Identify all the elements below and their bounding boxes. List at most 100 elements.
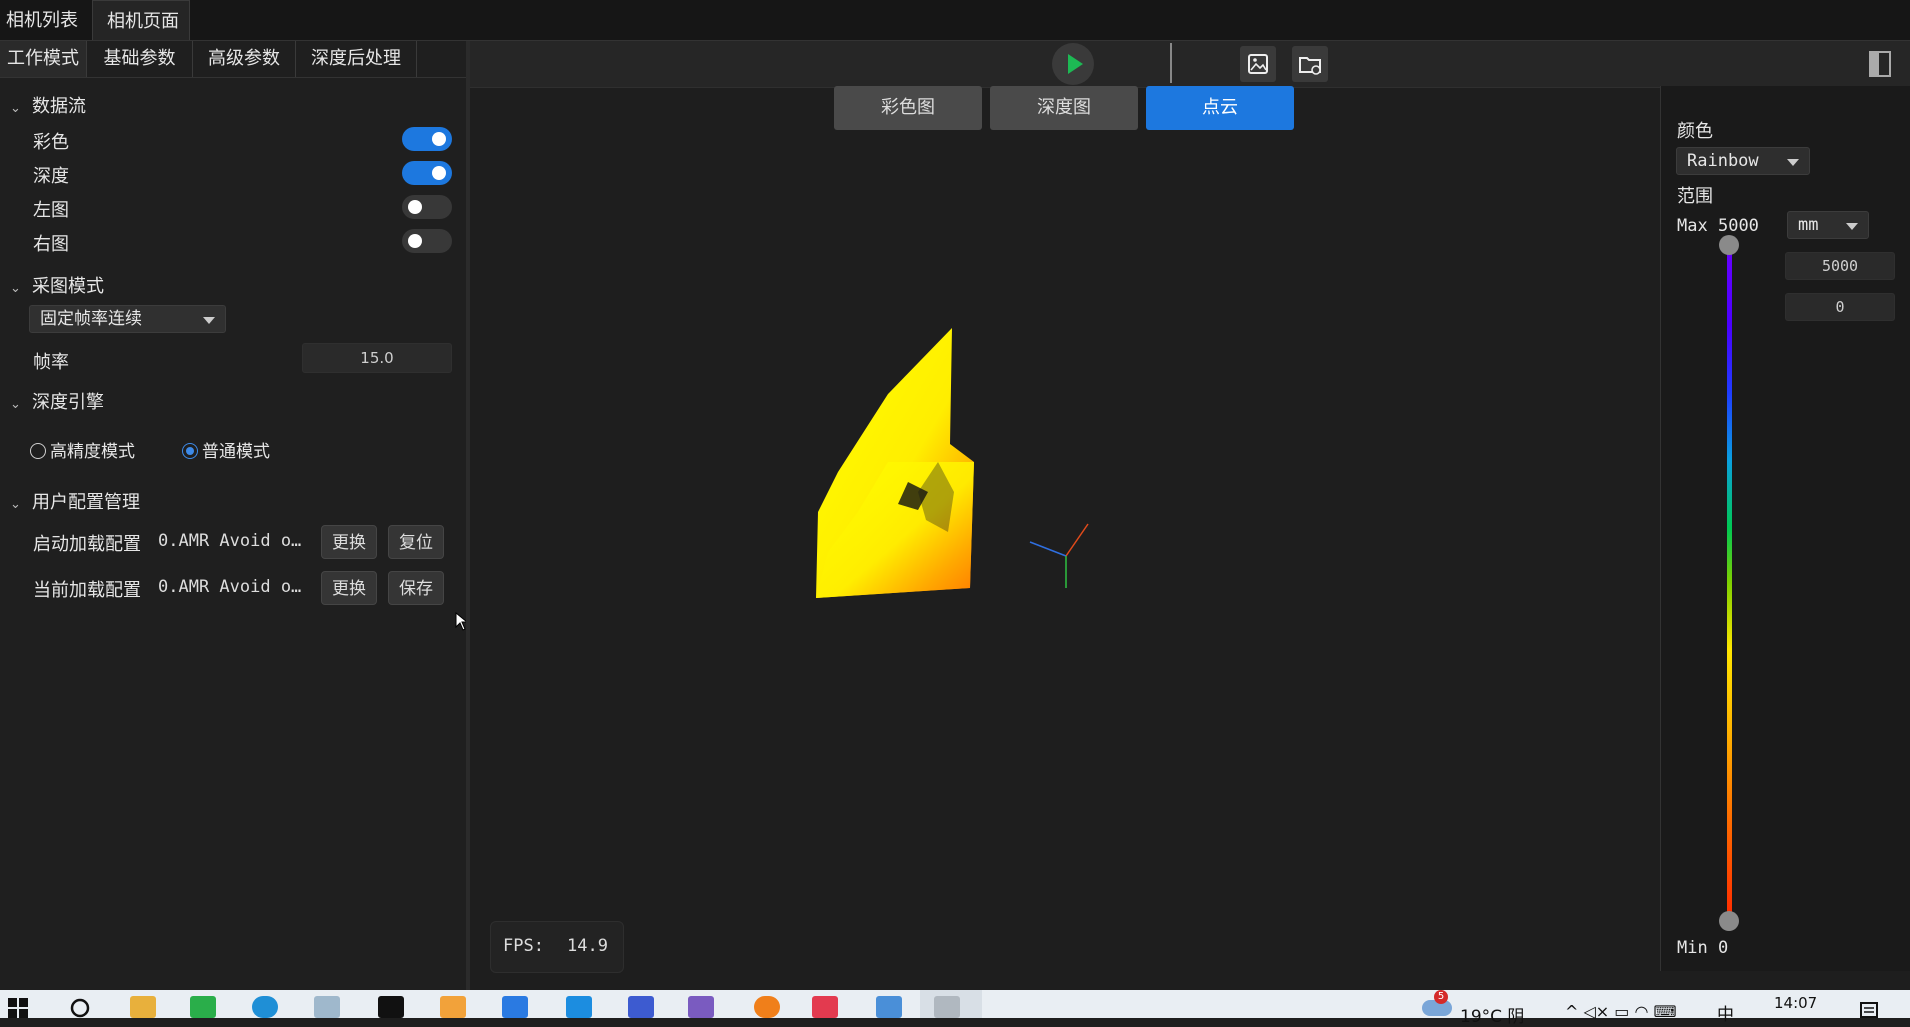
windows-start-icon[interactable] bbox=[8, 998, 28, 1018]
toggle-depth[interactable] bbox=[402, 161, 452, 185]
camera-app-icon bbox=[934, 996, 960, 1018]
unit-select[interactable]: mm bbox=[1787, 211, 1869, 239]
play-icon bbox=[1068, 54, 1083, 74]
split-panel-icon bbox=[1869, 51, 1891, 77]
panel-layout-button[interactable] bbox=[1868, 50, 1892, 78]
app-icon-red[interactable] bbox=[812, 996, 838, 1018]
play-button[interactable] bbox=[1052, 43, 1094, 85]
startup-config-value: 0.AMR Avoid o… bbox=[158, 531, 302, 551]
tab-camera-page[interactable]: 相机页面 bbox=[92, 0, 190, 40]
fps-input[interactable]: 15.0 bbox=[302, 343, 452, 373]
visual-studio-icon[interactable] bbox=[688, 996, 714, 1018]
radio-icon bbox=[30, 443, 46, 459]
fps-overlay-value: 14.9 bbox=[567, 936, 608, 956]
edge-browser-icon[interactable] bbox=[252, 996, 278, 1018]
current-change-button[interactable]: 更换 bbox=[321, 571, 377, 605]
colormap-value: Rainbow bbox=[1687, 151, 1759, 171]
caret-down-icon bbox=[1787, 159, 1799, 166]
active-app-highlight[interactable] bbox=[920, 990, 982, 1018]
slider-min-handle[interactable] bbox=[1719, 911, 1739, 931]
unit-value: mm bbox=[1798, 215, 1819, 235]
folder-settings-icon bbox=[1299, 57, 1321, 75]
section-user-config[interactable]: ⌄ 用户配置管理 bbox=[10, 488, 140, 514]
tab-color-image[interactable]: 彩色图 bbox=[834, 86, 982, 130]
current-save-button[interactable]: 保存 bbox=[388, 571, 444, 605]
app-icon-orange[interactable] bbox=[440, 996, 466, 1018]
clock-time[interactable]: 14:07 bbox=[1774, 994, 1817, 1012]
range-label: 范围 bbox=[1677, 186, 1713, 207]
app-icon-notes[interactable] bbox=[314, 996, 340, 1018]
ime-indicator[interactable]: 中 bbox=[1717, 1000, 1734, 1025]
capture-mode-value: 固定帧率连续 bbox=[40, 309, 142, 329]
tab-depth-image[interactable]: 深度图 bbox=[990, 86, 1138, 130]
section-depth-engine[interactable]: ⌄ 深度引擎 bbox=[10, 388, 104, 414]
toggle-left[interactable] bbox=[402, 195, 452, 219]
save-folder-button[interactable] bbox=[1292, 46, 1328, 82]
tab-point-cloud[interactable]: 点云 bbox=[1146, 86, 1294, 130]
section-title: 数据流 bbox=[32, 96, 86, 117]
app-icon-blue[interactable] bbox=[566, 996, 592, 1018]
tab-depth-postprocess[interactable]: 深度后处理 bbox=[296, 41, 417, 77]
wps-icon[interactable] bbox=[876, 996, 902, 1018]
feishu-icon[interactable] bbox=[502, 996, 528, 1018]
file-explorer-icon[interactable] bbox=[130, 996, 156, 1018]
tab-camera-list[interactable]: 相机列表 bbox=[0, 0, 96, 40]
max-label: Max 5000 bbox=[1677, 216, 1759, 236]
slider-max-handle[interactable] bbox=[1719, 235, 1739, 255]
min-label: Min 0 bbox=[1677, 938, 1728, 958]
section-title: 采图模式 bbox=[32, 276, 104, 297]
chevron-down-icon: ⌄ bbox=[10, 101, 21, 116]
point-cloud-render bbox=[816, 328, 1089, 598]
point-cloud-viewport[interactable] bbox=[478, 132, 1653, 977]
wechat-icon[interactable] bbox=[190, 996, 216, 1018]
tab-basic-params[interactable]: 基础参数 bbox=[87, 41, 193, 77]
app-icon-circle[interactable] bbox=[754, 996, 780, 1018]
radio-label: 普通模式 bbox=[202, 442, 270, 462]
radio-selected-icon bbox=[182, 443, 198, 459]
radio-high-precision[interactable]: 高精度模式 bbox=[30, 437, 135, 462]
current-config-label: 当前加载配置 bbox=[33, 580, 141, 601]
dataflow-label-left: 左图 bbox=[33, 200, 69, 221]
image-save-icon bbox=[1248, 54, 1268, 74]
tab-advanced-params[interactable]: 高级参数 bbox=[193, 41, 296, 77]
save-image-button[interactable] bbox=[1240, 46, 1276, 82]
colormap-select[interactable]: Rainbow bbox=[1676, 147, 1810, 175]
radio-label: 高精度模式 bbox=[50, 442, 135, 462]
notification-center-icon[interactable] bbox=[1860, 1002, 1880, 1018]
settings-tab-bar: 工作模式 基础参数 高级参数 深度后处理 bbox=[0, 41, 466, 78]
panel-splitter[interactable] bbox=[466, 41, 470, 991]
fps-overlay: FPS: 14.9 bbox=[490, 921, 624, 973]
settings-panel: 工作模式 基础参数 高级参数 深度后处理 ⌄ 数据流 彩色 深度 左图 右图 ⌄ 采… bbox=[0, 41, 469, 991]
notification-badge: 5 bbox=[1434, 990, 1448, 1004]
min-input[interactable]: 0 bbox=[1785, 293, 1895, 321]
max-value: 5000 bbox=[1717, 216, 1759, 236]
windows-taskbar: 5 19°C 阴 ^ ◁× ▭ ◠ ⌨ 中 14:07 bbox=[0, 990, 1910, 1027]
startup-change-button[interactable]: 更换 bbox=[321, 525, 377, 559]
max-input[interactable]: 5000 bbox=[1785, 252, 1895, 280]
caret-down-icon bbox=[1846, 223, 1858, 230]
system-tray-icons[interactable]: ^ ◁× ▭ ◠ ⌨ bbox=[1565, 1002, 1677, 1021]
section-dataflow[interactable]: ⌄ 数据流 bbox=[10, 92, 86, 118]
capture-mode-select[interactable]: 固定帧率连续 bbox=[29, 305, 226, 333]
toolbar-divider bbox=[1170, 43, 1172, 83]
section-capture[interactable]: ⌄ 采图模式 bbox=[10, 272, 104, 298]
color-label: 颜色 bbox=[1677, 121, 1713, 142]
startup-reset-button[interactable]: 复位 bbox=[388, 525, 444, 559]
qq-icon[interactable] bbox=[378, 996, 404, 1018]
dataflow-label-depth: 深度 bbox=[33, 166, 69, 187]
range-slider-track[interactable] bbox=[1727, 244, 1732, 920]
section-title: 深度引擎 bbox=[32, 392, 104, 413]
weather-text[interactable]: 19°C 阴 bbox=[1460, 1002, 1524, 1027]
startup-config-label: 启动加载配置 bbox=[33, 534, 141, 555]
toggle-color[interactable] bbox=[402, 127, 452, 151]
color-settings-panel: 颜色 Rainbow 范围 Max 5000 mm 5000 0 Min 0 bbox=[1660, 86, 1910, 971]
app-icon-arrow[interactable] bbox=[628, 996, 654, 1018]
current-config-value: 0.AMR Avoid o… bbox=[158, 577, 302, 597]
radio-normal[interactable]: 普通模式 bbox=[182, 437, 270, 462]
fps-label: 帧率 bbox=[33, 352, 69, 373]
dataflow-label-color: 彩色 bbox=[33, 132, 69, 153]
search-icon[interactable] bbox=[70, 998, 92, 1018]
toggle-right[interactable] bbox=[402, 229, 452, 253]
fps-overlay-label: FPS: bbox=[503, 936, 544, 956]
tab-work-mode[interactable]: 工作模式 bbox=[0, 41, 87, 77]
